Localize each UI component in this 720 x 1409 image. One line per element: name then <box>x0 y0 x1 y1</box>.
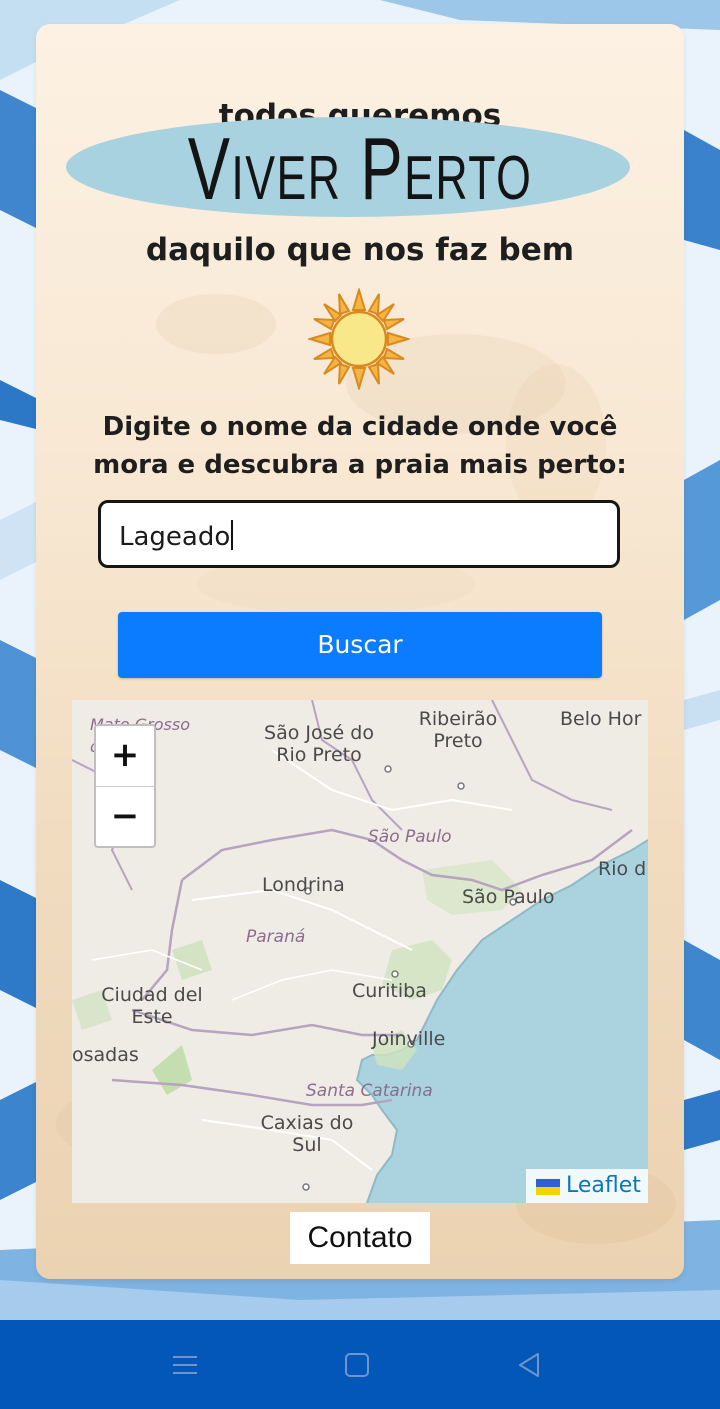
system-nav-bar <box>0 1320 720 1409</box>
map-label-state-parana: Paraná <box>246 927 306 947</box>
map-label-state-sao-paulo: São Paulo <box>368 827 452 847</box>
map-label-joinville: Joinville <box>372 1028 446 1050</box>
map-label-posadas: osadas <box>72 1044 139 1066</box>
tagline-bottom: daquilo que nos faz bem <box>145 232 575 268</box>
ukraine-flag-icon <box>536 1179 560 1195</box>
map-label-sao-jose: São José do Rio Preto <box>264 722 374 766</box>
map-label-ribeirao: Ribeirão Preto <box>418 708 498 752</box>
zoom-control: + − <box>94 724 156 848</box>
map-attribution: Leaflet <box>526 1169 648 1203</box>
city-search-input[interactable]: Lageado <box>98 500 620 568</box>
map-label-sao-paulo-city: São Paulo <box>462 886 555 908</box>
map-label-curitiba: Curitiba <box>352 980 427 1002</box>
zoom-in-button[interactable]: + <box>96 726 154 787</box>
map-label-londrina: Londrina <box>262 874 345 896</box>
instruction-text: Digite o nome da cidade onde você mora e… <box>93 412 627 480</box>
map[interactable]: Mato Grosso do Sul São José do Rio Preto… <box>72 700 648 1203</box>
sun-icon <box>308 288 410 390</box>
menu-icon[interactable] <box>170 1350 200 1380</box>
home-icon[interactable] <box>342 1350 372 1380</box>
contact-link[interactable]: Contato <box>290 1212 430 1264</box>
search-button[interactable]: Buscar <box>118 612 602 678</box>
map-label-belo-horizonte: Belo Hor <box>560 708 642 730</box>
text-caret <box>231 520 234 550</box>
city-input-value[interactable]: Lageado <box>119 520 234 552</box>
map-label-rio: Rio d <box>598 858 647 880</box>
back-icon[interactable] <box>514 1350 544 1380</box>
map-label-ciudad-del-este: Ciudad del Este <box>101 984 203 1028</box>
map-label-caxias: Caxias do Sul <box>260 1112 354 1156</box>
zoom-out-button[interactable]: − <box>96 787 154 847</box>
map-label-state-santa-catarina: Santa Catarina <box>306 1081 433 1101</box>
leaflet-link[interactable]: Leaflet <box>566 1169 641 1203</box>
main-card: todos queremos Viver Perto daquilo que n… <box>36 24 684 1279</box>
page-title: Viver Perto <box>187 119 533 218</box>
